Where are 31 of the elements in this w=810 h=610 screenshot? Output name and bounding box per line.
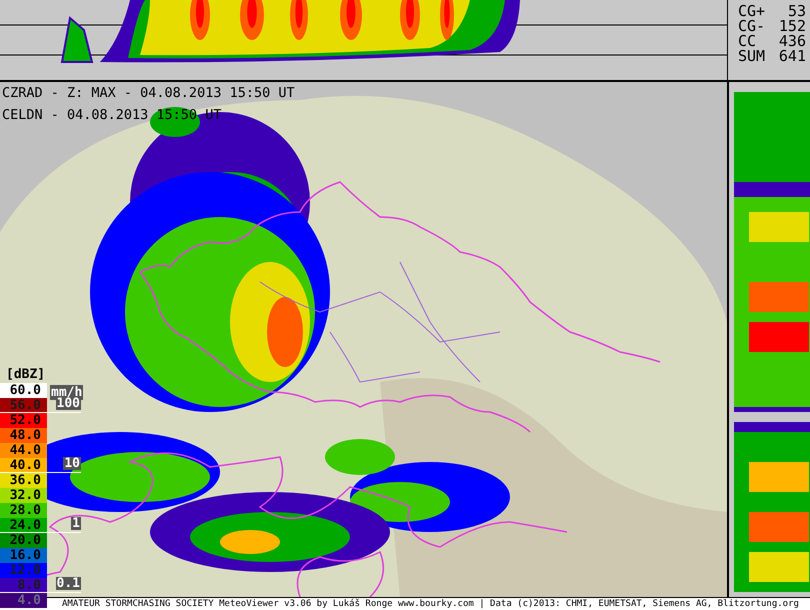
count-label: CG+ (738, 4, 766, 19)
lightning-product-title: CELDN - 04.08.2013 15:50 UT (2, 106, 222, 125)
legend-level: 60.0 (0, 383, 47, 398)
legend-level: 52.0 (0, 413, 47, 428)
rain-scale-tick: 10 (63, 457, 81, 470)
count-label: CG- (738, 19, 766, 34)
legend-level: 24.0 (0, 518, 47, 533)
legend-level: 44.0 (0, 443, 47, 458)
count-label: CC (738, 34, 756, 49)
legend-level: 56.0 (0, 398, 47, 413)
legend-level: 32.0 (0, 488, 47, 503)
rain-scale-tick: 100 (56, 397, 81, 410)
legend-level: 20.0 (0, 533, 47, 548)
legend-level: 48.0 (0, 428, 47, 443)
rain-scale-tick: 1 (71, 517, 81, 530)
count-value: 436 (778, 34, 806, 49)
legend-level: 36.0 (0, 473, 47, 488)
legend-level: 28.0 (0, 503, 47, 518)
count-value: 152 (778, 19, 806, 34)
legend-level: 8.0 (0, 578, 47, 593)
rain-scale-tick: 0.1 (56, 577, 81, 590)
radar-product-title: CZRAD - Z: MAX - 04.08.2013 15:50 UT (2, 84, 295, 103)
count-value: 53 (788, 4, 806, 19)
legend-level: 40.0 (0, 458, 47, 473)
legend-level: 16.0 (0, 548, 47, 563)
legend-unit: [dBZ] (5, 366, 46, 383)
count-value: 641 (778, 49, 806, 64)
legend-level: 4.0 (0, 593, 47, 608)
legend-level: 12.0 (0, 563, 47, 578)
footer-credits: AMATEUR STORMCHASING SOCIETY MeteoViewer v3.06 by Lukáš Ronge www.bourky.com | Data (c)2013: CHMI, EUMETSAT, Siemens AG, Blitzortung.org (62, 598, 799, 610)
count-label: SUM (738, 49, 766, 64)
